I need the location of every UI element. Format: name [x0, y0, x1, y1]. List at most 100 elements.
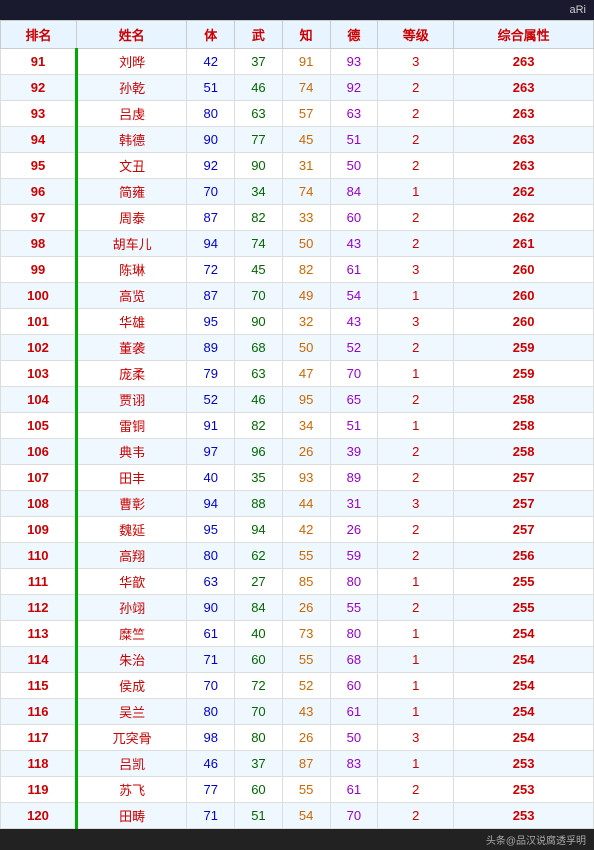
table-cell: 263 — [454, 153, 594, 179]
table-cell: 43 — [330, 309, 378, 335]
table-cell: 256 — [454, 543, 594, 569]
table-cell: 吕凯 — [77, 751, 187, 777]
table-cell: 94 — [187, 231, 235, 257]
table-cell: 119 — [1, 777, 77, 803]
table-cell: 79 — [187, 361, 235, 387]
table-cell: 1 — [378, 673, 454, 699]
table-cell: 62 — [235, 543, 283, 569]
table-cell: 2 — [378, 439, 454, 465]
table-cell: 2 — [378, 595, 454, 621]
table-cell: 3 — [378, 309, 454, 335]
table-cell: 39 — [330, 439, 378, 465]
table-cell: 陈琳 — [77, 257, 187, 283]
table-row: 105雷铜918234511258 — [1, 413, 594, 439]
table-row: 110高翔806255592256 — [1, 543, 594, 569]
table-cell: 2 — [378, 543, 454, 569]
table-cell: 田畴 — [77, 803, 187, 829]
table-cell: 庞柔 — [77, 361, 187, 387]
table-cell: 2 — [378, 153, 454, 179]
table-cell: 1 — [378, 569, 454, 595]
table-cell: 74 — [282, 75, 330, 101]
table-cell: 258 — [454, 387, 594, 413]
table-cell: 63 — [235, 361, 283, 387]
table-cell: 34 — [235, 179, 283, 205]
table-row: 101华雄959032433260 — [1, 309, 594, 335]
table-row: 111华歆632785801255 — [1, 569, 594, 595]
table-cell: 简雍 — [77, 179, 187, 205]
table-cell: 董袭 — [77, 335, 187, 361]
table-cell: 50 — [330, 153, 378, 179]
table-cell: 50 — [330, 725, 378, 751]
table-cell: 61 — [330, 777, 378, 803]
table-cell: 55 — [330, 595, 378, 621]
table-cell: 2 — [378, 75, 454, 101]
col-total: 综合属性 — [454, 21, 594, 49]
table-cell: 83 — [330, 751, 378, 777]
table-cell: 兀突骨 — [77, 725, 187, 751]
table-row: 100高览877049541260 — [1, 283, 594, 309]
table-cell: 80 — [235, 725, 283, 751]
table-cell: 37 — [235, 751, 283, 777]
table-row: 114朱治716055681254 — [1, 647, 594, 673]
table-cell: 魏延 — [77, 517, 187, 543]
table-cell: 63 — [235, 101, 283, 127]
footer-brand: 头条@品汉说腐透孚明 — [486, 836, 586, 847]
table-cell: 31 — [330, 491, 378, 517]
table-cell: 93 — [330, 49, 378, 75]
table-cell: 259 — [454, 335, 594, 361]
table-row: 99陈琳724582613260 — [1, 257, 594, 283]
table-cell: 2 — [378, 517, 454, 543]
table-cell: 82 — [235, 205, 283, 231]
table-cell: 52 — [282, 673, 330, 699]
table-cell: 105 — [1, 413, 77, 439]
table-row: 93吕虔806357632263 — [1, 101, 594, 127]
table-cell: 37 — [235, 49, 283, 75]
table-cell: 94 — [187, 491, 235, 517]
table-cell: 113 — [1, 621, 77, 647]
table-cell: 3 — [378, 491, 454, 517]
table-cell: 73 — [282, 621, 330, 647]
table-cell: 104 — [1, 387, 77, 413]
table-cell: 60 — [235, 647, 283, 673]
table-cell: 2 — [378, 777, 454, 803]
table-cell: 59 — [330, 543, 378, 569]
table-cell: 贾诩 — [77, 387, 187, 413]
table-cell: 70 — [330, 803, 378, 829]
table-cell: 44 — [282, 491, 330, 517]
table-row: 119苏飞776055612253 — [1, 777, 594, 803]
table-cell: 117 — [1, 725, 77, 751]
table-cell: 60 — [330, 205, 378, 231]
header-bar: aRi — [0, 0, 594, 20]
col-zhi: 知 — [282, 21, 330, 49]
table-cell: 50 — [282, 231, 330, 257]
table-cell: 57 — [282, 101, 330, 127]
table-cell: 253 — [454, 803, 594, 829]
table-cell: 46 — [235, 75, 283, 101]
table-cell: 100 — [1, 283, 77, 309]
table-cell: 258 — [454, 413, 594, 439]
table-cell: 254 — [454, 621, 594, 647]
table-cell: 95 — [1, 153, 77, 179]
table-cell: 61 — [330, 257, 378, 283]
table-cell: 文丑 — [77, 153, 187, 179]
table-cell: 107 — [1, 465, 77, 491]
table-cell: 52 — [187, 387, 235, 413]
table-cell: 261 — [454, 231, 594, 257]
table-cell: 72 — [187, 257, 235, 283]
table-cell: 68 — [235, 335, 283, 361]
table-cell: 70 — [187, 673, 235, 699]
table-cell: 51 — [330, 127, 378, 153]
table-cell: 98 — [1, 231, 77, 257]
table-cell: 1 — [378, 179, 454, 205]
table-cell: 120 — [1, 803, 77, 829]
table-cell: 96 — [1, 179, 77, 205]
table-row: 117兀突骨988026503254 — [1, 725, 594, 751]
table-cell: 95 — [282, 387, 330, 413]
table-row: 113糜竺614073801254 — [1, 621, 594, 647]
table-cell: 260 — [454, 283, 594, 309]
table-cell: 32 — [282, 309, 330, 335]
table-cell: 54 — [330, 283, 378, 309]
table-row: 120田畴715154702253 — [1, 803, 594, 829]
table-cell: 1 — [378, 621, 454, 647]
table-cell: 2 — [378, 803, 454, 829]
